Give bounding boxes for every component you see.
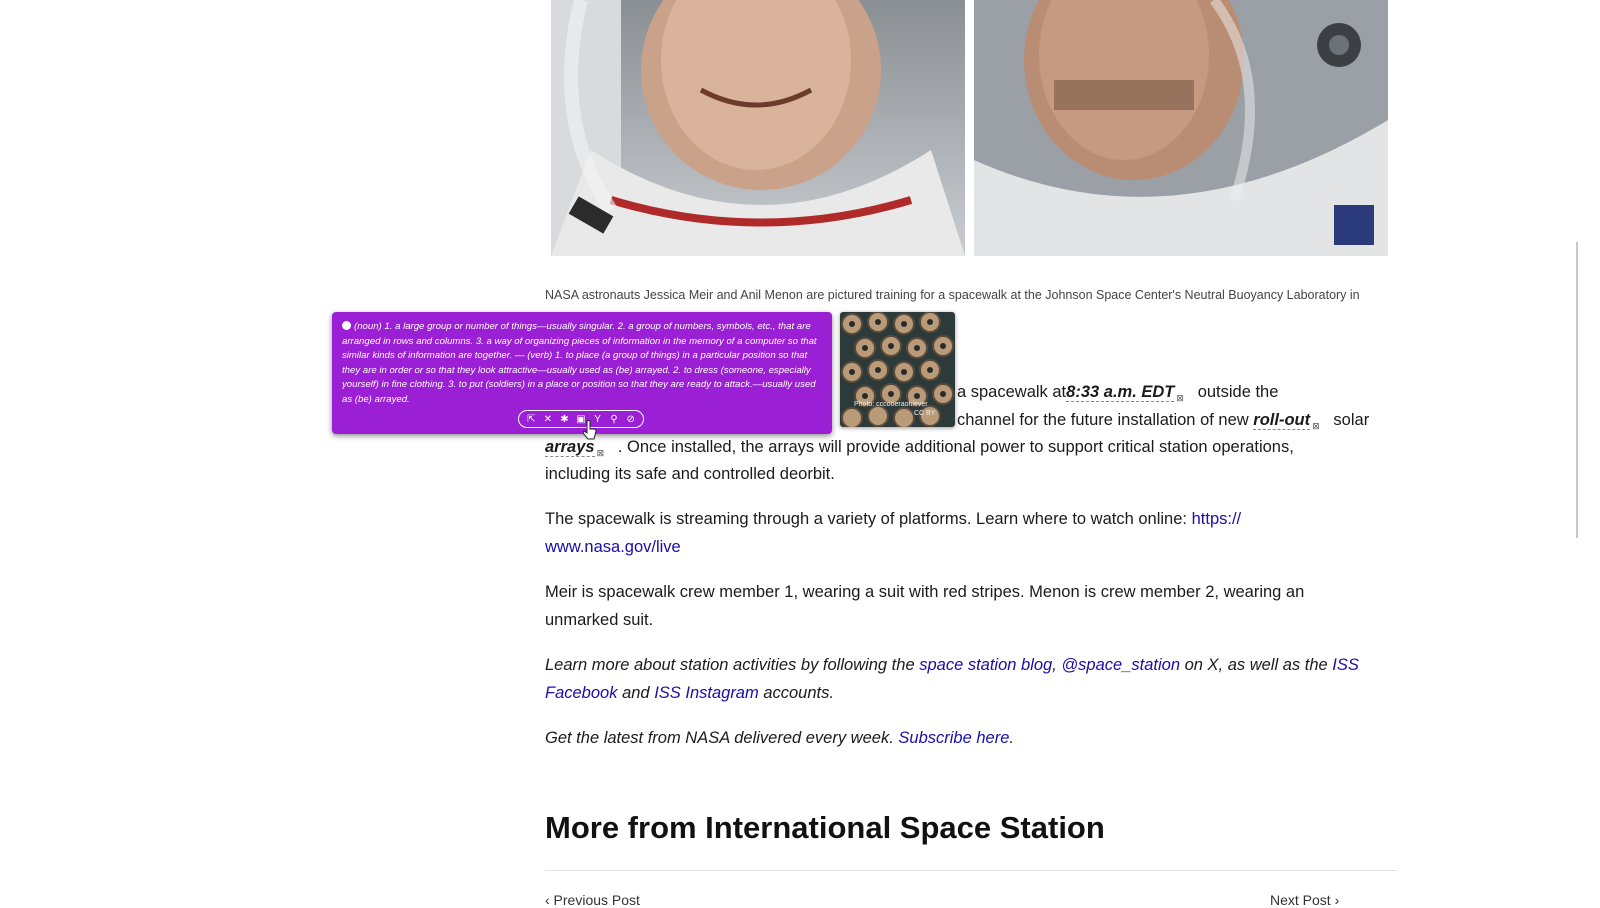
section-heading: More from International Space Station xyxy=(545,810,1105,845)
article-paragraph-1-line-4: including its safe and controlled deorbi… xyxy=(545,465,835,483)
section-divider xyxy=(545,870,1397,871)
article-paragraph-5: Get the latest from NASA delivered every… xyxy=(545,725,1397,753)
thumbnail-credit-line-2: CC BY xyxy=(914,410,936,417)
text-channel: channel for the future installation of n… xyxy=(957,411,1249,429)
hero-image-meir xyxy=(551,0,965,256)
open-icon[interactable]: ⇱ xyxy=(526,414,537,425)
thumbnail-credit-line-1: Photo: cccooeraohiever xyxy=(854,401,928,408)
definition-image-thumbnail[interactable]: Photo: cccooeraohiever CC BY xyxy=(840,312,955,427)
pronounce-icon[interactable] xyxy=(342,321,351,330)
link-iss-instagram[interactable]: ISS Instagram xyxy=(654,684,759,702)
thumbnail-credit: Photo: cccooeraohiever CC BY xyxy=(854,400,935,418)
block-icon[interactable]: ⊘ xyxy=(625,414,636,425)
mouse-pointer-icon xyxy=(583,420,597,440)
tools-icon[interactable]: ✕ xyxy=(542,414,553,425)
link-nasa-live-part-2: www.nasa.gov/live xyxy=(545,537,681,556)
glossary-marker-icon[interactable]: ⊠ xyxy=(1312,421,1320,431)
text-once-installed: . Once installed, the arrays will provid… xyxy=(617,438,1294,456)
text-accounts: accounts. xyxy=(763,683,834,702)
popup-toolbar: ⇱ ✕ ✱ ▣ Y ⚲ ⊘ xyxy=(518,410,644,428)
glossary-term-time[interactable]: 8:33 a.m. EDT xyxy=(1066,383,1175,402)
glossary-term-roll-out[interactable]: roll-out xyxy=(1253,411,1311,430)
definition-popup: (noun) 1. a large group or number of thi… xyxy=(332,312,832,434)
text-comma: , xyxy=(1052,656,1057,674)
text-period: . xyxy=(1009,729,1014,747)
article-paragraph-4: Learn more about station activities by f… xyxy=(545,652,1397,707)
scrollbar[interactable] xyxy=(1576,242,1578,538)
glossary-term-arrays[interactable]: arrays xyxy=(545,438,595,457)
article-paragraph-2: The spacewalk is streaming through a var… xyxy=(545,506,1397,561)
definition-text: (noun) 1. a large group or number of thi… xyxy=(342,321,817,405)
link-subscribe[interactable]: Subscribe here xyxy=(898,729,1009,747)
text-learn-more: Learn more about station activities by f… xyxy=(545,656,915,674)
link-space-station-blog[interactable]: space station blog xyxy=(919,656,1052,674)
text-solar: solar xyxy=(1333,411,1370,429)
text-crew-member-line-1: Meir is spacewalk crew member 1, wearing… xyxy=(545,583,1305,601)
text-on-x: on X, as well as the xyxy=(1184,656,1328,674)
link-iss-facebook-part-2: Facebook xyxy=(545,683,618,702)
link-iss-facebook-part-1: ISS xyxy=(1332,656,1359,674)
definition-text-block: (noun) 1. a large group or number of thi… xyxy=(342,320,824,408)
hero-image-menon xyxy=(974,0,1388,256)
text-get-latest: Get the latest from NASA delivered every… xyxy=(545,729,894,747)
glossary-marker-icon[interactable]: ⊠ xyxy=(597,448,605,458)
gear-icon[interactable]: ✱ xyxy=(559,414,570,425)
article-paragraph-3: Meir is spacewalk crew member 1, wearing… xyxy=(545,579,1397,634)
glossary-marker-icon[interactable]: ⊠ xyxy=(1176,393,1184,403)
pin-icon[interactable]: ⚲ xyxy=(609,414,620,425)
link-space-station-x[interactable]: @space_station xyxy=(1061,656,1180,674)
text-streaming: The spacewalk is streaming through a var… xyxy=(545,510,1187,528)
link-nasa-live-part-1: https:// xyxy=(1191,510,1242,528)
text-outside-the: outside the xyxy=(1197,383,1279,401)
text-crew-member-line-2: unmarked suit. xyxy=(545,610,654,629)
text-spacewalk-at: a spacewalk at xyxy=(957,383,1067,401)
previous-post-link[interactable]: ‹ Previous Post xyxy=(545,892,640,908)
text-and: and xyxy=(622,683,650,702)
image-caption: NASA astronauts Jessica Meir and Anil Me… xyxy=(545,288,1360,302)
next-post-link[interactable]: Next Post › xyxy=(1270,892,1339,908)
